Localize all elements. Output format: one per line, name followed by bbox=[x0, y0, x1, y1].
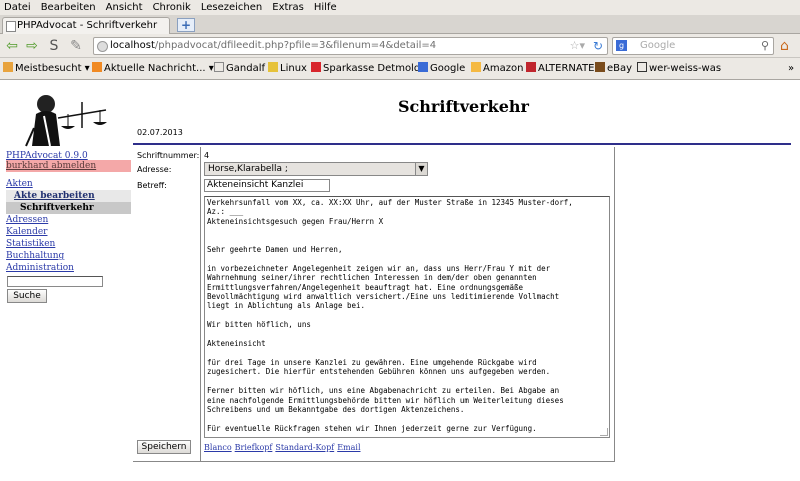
link-email[interactable]: Email bbox=[337, 443, 360, 452]
google-icon[interactable]: g bbox=[616, 40, 627, 51]
page-title: Schriftverkehr bbox=[398, 97, 529, 116]
sidebar-item-akten[interactable]: Akten bbox=[6, 178, 131, 190]
chevron-down-icon[interactable]: ▼ bbox=[415, 163, 427, 175]
menu-chronik[interactable]: Chronik bbox=[153, 2, 191, 13]
home-icon[interactable]: ⌂ bbox=[780, 38, 789, 54]
sidebar-item-administration[interactable]: Administration bbox=[6, 262, 131, 274]
bookmark-star-icon[interactable]: ☆▾ bbox=[570, 38, 585, 54]
address-select[interactable]: Horse,Klarabella ; ▼ bbox=[204, 162, 428, 176]
menu-ansicht[interactable]: Ansicht bbox=[106, 2, 143, 13]
bookmark-sparkasse[interactable]: Sparkasse Detmold bbox=[311, 58, 420, 80]
sidebar-item-akte-bearbeiten[interactable]: Akte bearbeiten bbox=[6, 190, 131, 202]
reload-icon[interactable]: ↻ bbox=[593, 38, 603, 54]
forward-icon[interactable]: ⇨ bbox=[24, 38, 40, 54]
sidebar-nav: burkhard abmelden Akten Akte bearbeiten … bbox=[6, 160, 131, 274]
url-host: localhost bbox=[110, 40, 155, 51]
bookmark-alternate[interactable]: ALTERNATE bbox=[526, 58, 594, 80]
stop-icon[interactable]: S bbox=[46, 38, 62, 54]
header-divider bbox=[133, 143, 791, 145]
bookmarks-toolbar: Meistbesucht ▾ Aktuelle Nachricht... ▾ G… bbox=[0, 58, 800, 80]
menu-hilfe[interactable]: Hilfe bbox=[314, 2, 337, 13]
tab-bar: PHPAdvocat - Schriftverkehr + bbox=[0, 15, 800, 34]
navigation-toolbar: ⇦ ⇨ S ✎ localhost/phpadvocat/dfileedit.p… bbox=[0, 34, 800, 58]
bookmarks-overflow[interactable]: » bbox=[788, 58, 794, 80]
search-icon[interactable]: ⚲ bbox=[761, 38, 769, 54]
back-icon[interactable]: ⇦ bbox=[4, 38, 20, 54]
search-button[interactable]: Suche bbox=[7, 289, 47, 303]
letter-body-textarea[interactable]: Verkehrsunfall vom XX, ca. XX:XX Uhr, au… bbox=[204, 196, 610, 438]
number-label: Schriftnummer: bbox=[137, 151, 200, 160]
bookmark-wer-weiss-was[interactable]: wer-weiss-was bbox=[637, 58, 721, 80]
page-date: 02.07.2013 bbox=[137, 128, 183, 137]
sidebar-item-buchhaltung[interactable]: Buchhaltung bbox=[6, 250, 131, 262]
sidebar-item-logout[interactable]: burkhard abmelden bbox=[6, 160, 131, 172]
address-selected-value: Horse,Klarabella ; bbox=[208, 164, 288, 174]
menu-extras[interactable]: Extras bbox=[272, 2, 304, 13]
link-briefkopf[interactable]: Briefkopf bbox=[235, 443, 273, 452]
search-placeholder: Google bbox=[640, 40, 676, 51]
sidebar-item-schriftverkehr[interactable]: Schriftverkehr bbox=[6, 202, 131, 214]
menu-lesezeichen[interactable]: Lesezeichen bbox=[201, 2, 262, 13]
sidebar-item-adressen[interactable]: Adressen bbox=[6, 214, 131, 226]
link-standard-kopf[interactable]: Standard-Kopf bbox=[275, 443, 334, 452]
save-button[interactable]: Speichern bbox=[137, 440, 191, 454]
link-blanco[interactable]: Blanco bbox=[204, 443, 232, 452]
template-links: Blanco Briefkopf Standard-Kopf Email bbox=[204, 443, 364, 452]
bookmark-amazon[interactable]: Amazon bbox=[471, 58, 523, 80]
menu-bearbeiten[interactable]: Bearbeiten bbox=[41, 2, 96, 13]
justitia-logo bbox=[6, 88, 123, 150]
new-tab-button[interactable]: + bbox=[177, 18, 195, 32]
browser-menubar: Datei Bearbeiten Ansicht Chronik Lesezeichen… bbox=[0, 0, 800, 15]
resize-handle-icon[interactable] bbox=[600, 428, 608, 436]
address-label: Adresse: bbox=[137, 165, 172, 174]
tools-icon[interactable]: ✎ bbox=[68, 38, 84, 54]
subject-input[interactable]: Akteneinsicht Kanzlei bbox=[204, 179, 330, 192]
menu-datei[interactable]: Datei bbox=[4, 2, 31, 13]
bookmark-aktuelle-nachrichten[interactable]: Aktuelle Nachricht... ▾ bbox=[92, 58, 214, 80]
bookmark-linux[interactable]: Linux bbox=[268, 58, 307, 80]
sidebar-search-input[interactable] bbox=[7, 276, 103, 287]
search-engine-box[interactable]: g Google ⚲ bbox=[612, 37, 774, 55]
number-value: 4 bbox=[204, 151, 210, 160]
form-column-divider bbox=[200, 147, 201, 462]
url-bar[interactable]: localhost/phpadvocat/dfileedit.php?pfile… bbox=[93, 37, 608, 55]
url-path: /phpadvocat/dfileedit.php?pfile=3&filenu… bbox=[154, 40, 437, 51]
tab-phpadvocat[interactable]: PHPAdvocat - Schriftverkehr bbox=[2, 17, 170, 34]
sidebar-item-kalender[interactable]: Kalender bbox=[6, 226, 131, 238]
bookmark-google[interactable]: Google bbox=[418, 58, 465, 80]
sidebar-item-statistiken[interactable]: Statistiken bbox=[6, 238, 131, 250]
bookmark-ebay[interactable]: eBay bbox=[595, 58, 632, 80]
bookmark-meistbesucht[interactable]: Meistbesucht ▾ bbox=[3, 58, 90, 80]
subject-label: Betreff: bbox=[137, 181, 167, 190]
bookmark-gandalf[interactable]: Gandalf bbox=[214, 58, 265, 80]
